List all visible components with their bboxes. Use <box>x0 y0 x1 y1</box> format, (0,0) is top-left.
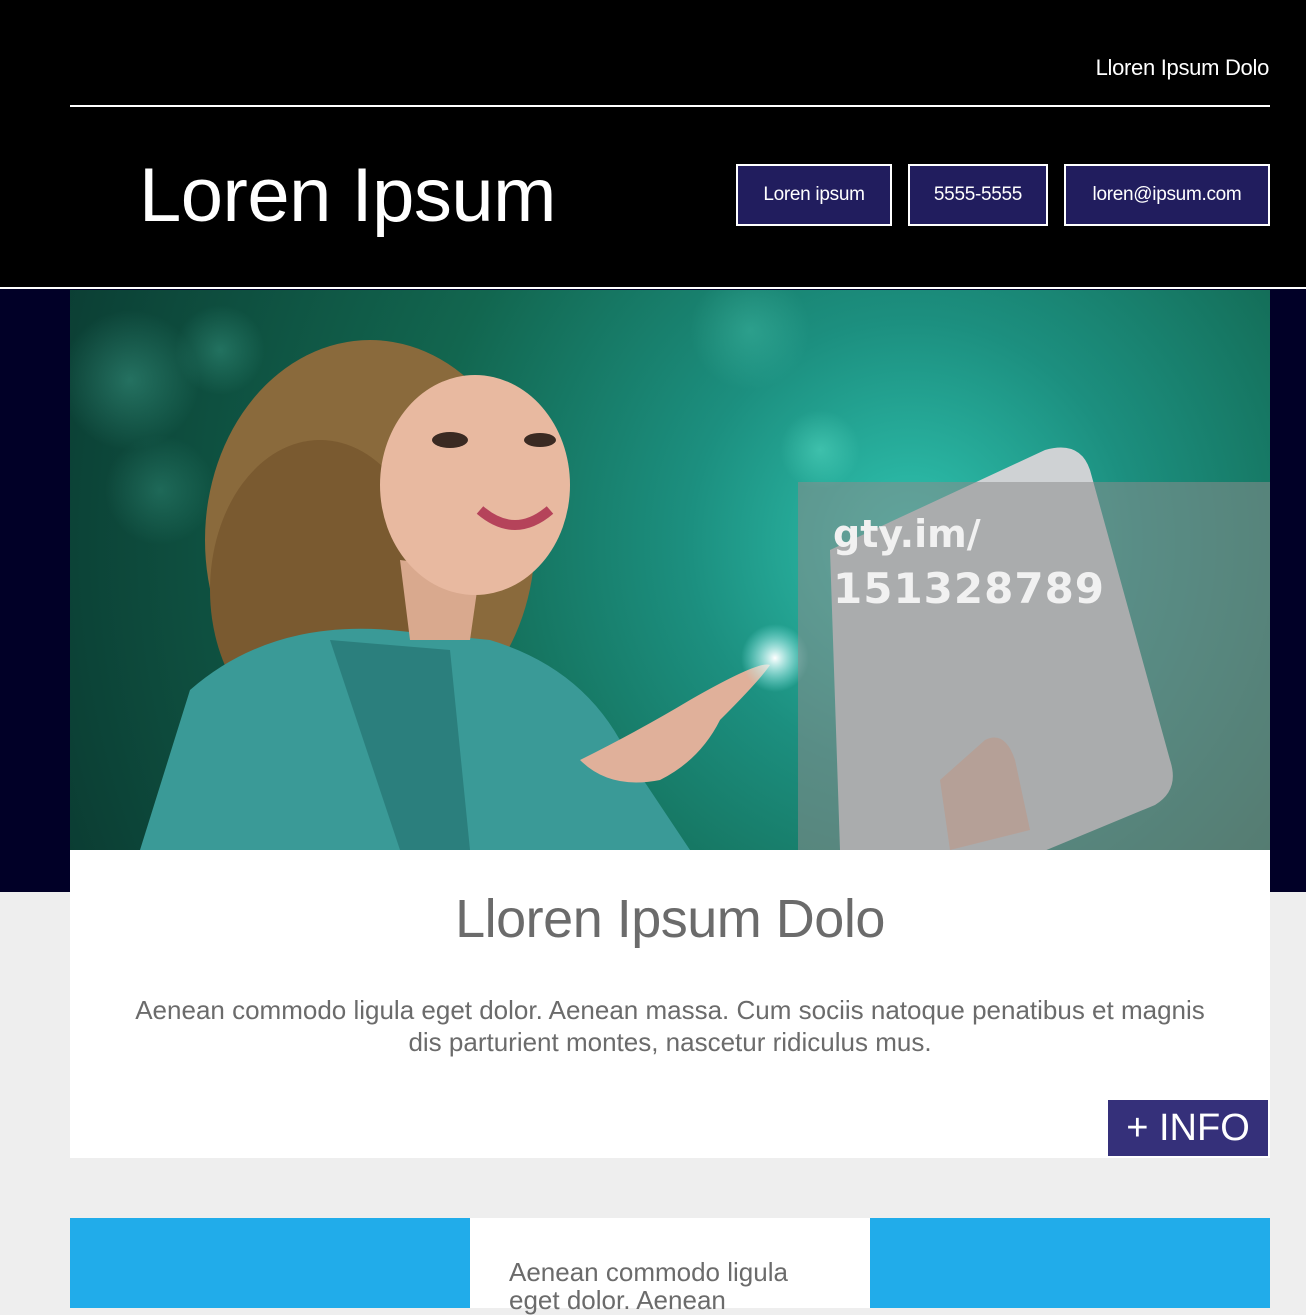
tile-right <box>870 1218 1270 1308</box>
hero-image: gty.im/ 151328789 <box>70 290 1270 850</box>
tile-middle-text: Aenean commodo ligula eget dolor. Aenean <box>509 1257 788 1315</box>
contact-name-button[interactable]: Loren ipsum <box>736 164 892 226</box>
brand-title: Loren Ipsum <box>139 153 556 238</box>
contact-email-button[interactable]: loren@ipsum.com <box>1064 164 1270 226</box>
header-divider <box>70 105 1270 107</box>
top-nav-link[interactable]: Lloren Ipsum Dolo <box>1096 55 1270 81</box>
watermark-text: gty.im/ <box>833 512 981 556</box>
tile-middle: Aenean commodo ligula eget dolor. Aenean <box>470 1218 870 1314</box>
contact-phone-button[interactable]: 5555-5555 <box>908 164 1048 226</box>
feature-card: Lloren Ipsum Dolo Aenean commodo ligula … <box>70 850 1270 1158</box>
tile-left <box>70 1218 470 1308</box>
feature-text: Aenean commodo ligula eget dolor. Aenean… <box>135 995 1205 1057</box>
feature-title: Lloren Ipsum Dolo <box>455 889 885 949</box>
watermark-id: 151328789 <box>833 564 1106 613</box>
info-button[interactable]: + INFO <box>1108 1100 1268 1156</box>
site-header: Lloren Ipsum Dolo Loren Ipsum Loren ipsu… <box>0 0 1306 287</box>
